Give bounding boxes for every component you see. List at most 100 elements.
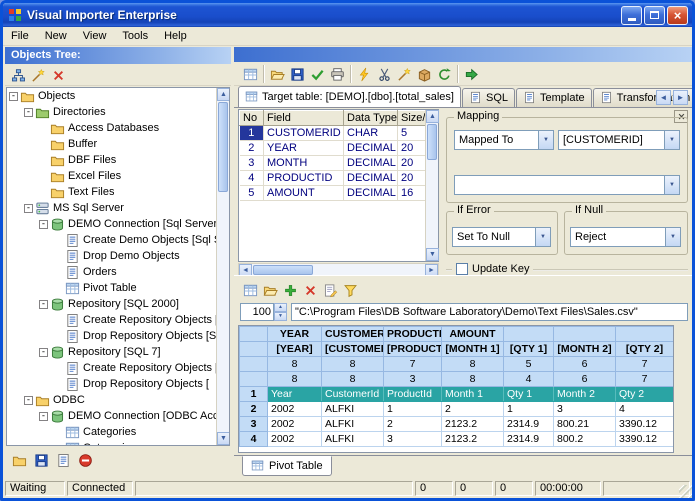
preview-cell[interactable]: ALFKI xyxy=(321,431,384,447)
fields-column-no[interactable]: No xyxy=(239,110,264,126)
tab-target-table-demo-dbo-total-[interactable]: Target table: [DEMO].[dbo].[total_sales] xyxy=(238,86,461,107)
field-size-cell[interactable]: 20 xyxy=(397,155,428,171)
preview-cell[interactable]: 800.21 xyxy=(553,416,616,432)
menu-view[interactable]: View xyxy=(75,28,115,44)
cut-icon[interactable] xyxy=(374,64,394,84)
fields-grid-vscrollbar[interactable]: ▲ ▼ xyxy=(425,110,439,261)
tree-item-objects[interactable]: - Objects xyxy=(7,88,216,104)
hierarchy-icon[interactable] xyxy=(8,65,28,85)
scroll-thumb[interactable] xyxy=(427,124,437,160)
if-error-select[interactable]: Set To Null ▼ xyxy=(452,227,551,247)
tree-item-repository-sql-7[interactable]: - Repository [SQL 7] xyxy=(7,344,216,360)
tree-item-pivot-table[interactable]: Pivot Table xyxy=(7,280,216,296)
dropdown-arrow-icon[interactable]: ▼ xyxy=(535,228,550,246)
scroll-thumb[interactable] xyxy=(218,102,228,192)
preview-header-cell[interactable] xyxy=(503,326,554,342)
preview-header-cell[interactable]: 7 xyxy=(383,356,442,372)
preview-header-cell[interactable]: 7 xyxy=(615,371,673,387)
preview-header-cell[interactable]: 5 xyxy=(503,356,554,372)
preview-cell[interactable]: ALFKI xyxy=(321,416,384,432)
preview-cell[interactable]: 2123.2 xyxy=(441,416,504,432)
collapse-toggle[interactable]: - xyxy=(39,347,48,357)
menu-file[interactable]: File xyxy=(3,28,37,44)
table-icon[interactable] xyxy=(240,64,260,84)
check-icon[interactable] xyxy=(307,64,327,84)
preview-row-number[interactable]: 4 xyxy=(239,431,268,447)
preview-cell[interactable]: 2002 xyxy=(267,431,322,447)
field-size-cell[interactable]: 20 xyxy=(397,170,428,186)
preview-row-number[interactable]: 2 xyxy=(239,401,268,417)
field-name-cell[interactable]: MONTH xyxy=(263,155,344,171)
preview-cell[interactable]: 3 xyxy=(553,401,616,417)
tree-item-categories[interactable]: Categories xyxy=(7,424,216,440)
tree-item-drop-demo-objects[interactable]: Drop Demo Objects xyxy=(7,248,216,264)
preview-cell[interactable]: 3 xyxy=(383,431,442,447)
preview-header-cell[interactable]: 4 xyxy=(503,371,554,387)
field-type-cell[interactable]: DECIMAL xyxy=(343,140,398,156)
collapse-toggle[interactable]: - xyxy=(24,395,33,405)
script-icon[interactable] xyxy=(53,450,73,470)
row-limit-input[interactable] xyxy=(240,303,274,321)
stop-icon[interactable] xyxy=(75,450,95,470)
if-null-select[interactable]: Reject ▼ xyxy=(570,227,681,247)
preview-header-cell[interactable]: [QTY 1] xyxy=(503,341,554,357)
field-row-number[interactable]: 1 xyxy=(239,125,264,141)
tab-sql[interactable]: SQL xyxy=(461,88,515,107)
scroll-thumb[interactable] xyxy=(253,265,313,275)
next-tab-button[interactable]: ► xyxy=(673,90,688,105)
tree-item-directories[interactable]: - Directories xyxy=(7,104,216,120)
preview-cell[interactable]: Month 2 xyxy=(553,386,616,402)
run-icon[interactable] xyxy=(461,64,481,84)
wand-icon[interactable] xyxy=(394,64,414,84)
preview-header-cell[interactable]: [CUSTOMERID] xyxy=(321,341,384,357)
preview-cell[interactable]: ProductId xyxy=(383,386,442,402)
preview-header-cell[interactable]: [MONTH 2] xyxy=(553,341,616,357)
tree-item-create-repository-objects[interactable]: Create Repository Objects [ xyxy=(7,360,216,376)
preview-cell[interactable]: Qty 1 xyxy=(503,386,554,402)
tab-pivot-table[interactable]: Pivot Table xyxy=(242,456,332,476)
preview-row-number[interactable]: 3 xyxy=(239,416,268,432)
preview-header-cell[interactable]: [QTY 2] xyxy=(615,341,673,357)
tree-item-repository-sql-2000[interactable]: - Repository [SQL 2000] xyxy=(7,296,216,312)
preview-cell[interactable]: 2314.9 xyxy=(503,431,554,447)
save-icon[interactable] xyxy=(287,64,307,84)
open-icon[interactable] xyxy=(267,64,287,84)
tree-item-text-files[interactable]: Text Files xyxy=(7,184,216,200)
maximize-button[interactable] xyxy=(644,5,665,25)
tab-template[interactable]: Template xyxy=(516,88,592,107)
field-size-cell[interactable]: 5 xyxy=(397,125,428,141)
field-type-cell[interactable]: DECIMAL xyxy=(343,170,398,186)
scroll-down-icon[interactable]: ▼ xyxy=(426,248,439,261)
menu-tools[interactable]: Tools xyxy=(114,28,156,44)
resize-grip[interactable] xyxy=(679,485,692,498)
field-type-cell[interactable]: DECIMAL xyxy=(343,155,398,171)
preview-header-cell[interactable]: YEAR xyxy=(267,326,322,342)
tree-item-dbf-files[interactable]: DBF Files xyxy=(7,152,216,168)
preview-header-cell[interactable]: 7 xyxy=(615,356,673,372)
spin-up-icon[interactable]: ▲ xyxy=(274,303,287,312)
refresh-icon[interactable] xyxy=(434,64,454,84)
tree-item-drop-repository-objects[interactable]: Drop Repository Objects [ xyxy=(7,376,216,392)
preview-cell[interactable]: Qty 2 xyxy=(615,386,673,402)
tree-item-odbc[interactable]: - ODBC xyxy=(7,392,216,408)
preview-cell[interactable]: 800.2 xyxy=(553,431,616,447)
preview-header-cell[interactable]: 3 xyxy=(383,371,442,387)
preview-header-cell[interactable]: 8 xyxy=(267,356,322,372)
preview-cell[interactable]: 2 xyxy=(441,401,504,417)
menu-new[interactable]: New xyxy=(37,28,75,44)
field-size-cell[interactable]: 16 xyxy=(397,185,428,201)
preview-cell[interactable]: 3390.12 xyxy=(615,416,673,432)
mapping-extra-select[interactable]: ▼ xyxy=(454,175,680,195)
collapse-toggle[interactable]: - xyxy=(39,219,48,229)
field-name-cell[interactable]: AMOUNT xyxy=(263,185,344,201)
preview-row-number[interactable]: 1 xyxy=(239,386,268,402)
package-icon[interactable] xyxy=(414,64,434,84)
dropdown-arrow-icon[interactable]: ▼ xyxy=(664,176,679,194)
tree-item-orders[interactable]: Orders xyxy=(7,264,216,280)
preview-header-cell[interactable] xyxy=(553,326,616,342)
preview-cell[interactable]: 3390.12 xyxy=(615,431,673,447)
scroll-up-icon[interactable]: ▲ xyxy=(217,88,229,101)
field-row-number[interactable]: 5 xyxy=(239,185,264,201)
update-key-checkbox[interactable] xyxy=(456,262,468,275)
preview-cell[interactable]: 1 xyxy=(383,401,442,417)
